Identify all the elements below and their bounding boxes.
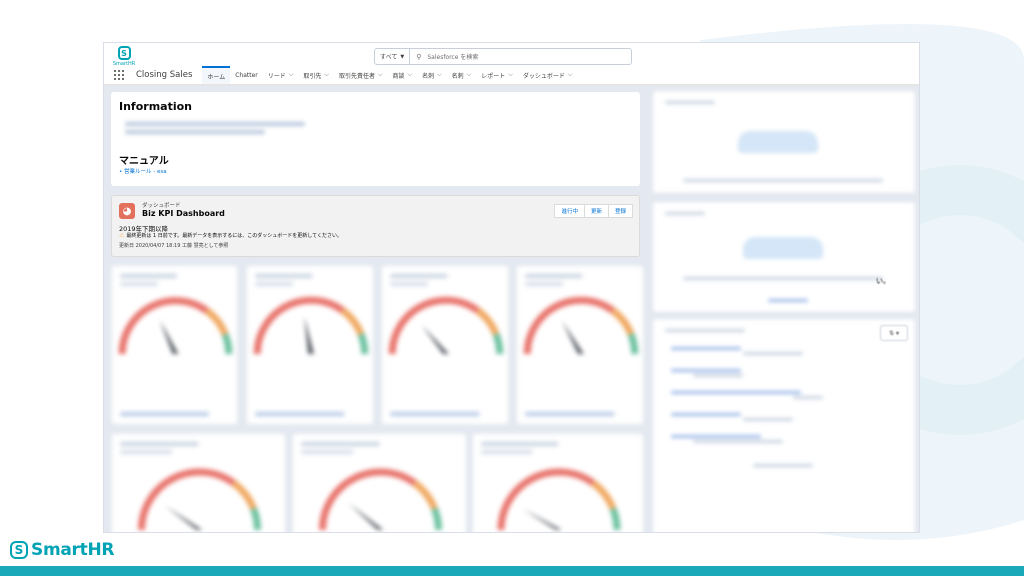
nav-tab[interactable]: 名刺 ⌵ [417, 66, 447, 84]
smarthr-logo-icon: S [117, 46, 131, 60]
brand-logo: S SmartHR [10, 540, 114, 560]
nav-tab-label: 名刺 [422, 72, 435, 80]
dashboard-button-group: 進行中 更新 登録 [554, 204, 633, 218]
gauge-card [472, 433, 644, 532]
nav-tab[interactable]: レポート ⌵ [476, 66, 518, 84]
chevron-down-icon[interactable]: ⌵ [437, 71, 442, 79]
nav-tab-label: レポート [481, 72, 506, 80]
blurred-gauge-grid [104, 261, 649, 532]
nav-tab[interactable]: ホーム [202, 66, 231, 84]
chevron-down-icon[interactable]: ⌵ [378, 71, 383, 79]
gauge-card [381, 265, 509, 425]
nav-tab[interactable]: 取引先 ⌵ [298, 66, 334, 84]
brand-name: SmartHR [31, 540, 115, 560]
gauge-card [516, 265, 644, 425]
nav-tab-label: 取引先 [303, 72, 322, 80]
dashboard-title[interactable]: Biz KPI Dashboard [142, 209, 225, 218]
bottom-accent-bar [0, 566, 1024, 576]
global-search[interactable]: すべて ▼ ⚲ Salesforce を検索 [374, 48, 632, 65]
dashboard-label: ダッシュボード [142, 203, 181, 209]
gauge-card [111, 265, 238, 425]
nav-tab-label: リード [267, 72, 286, 80]
dashboard-icon: ◕ [119, 203, 135, 219]
org-logo[interactable]: S SmartHR [113, 46, 135, 67]
sidebar-panel [652, 318, 916, 532]
search-input[interactable]: Salesforce を検索 [427, 52, 478, 61]
nav-tab[interactable]: 取引先責任者 ⌵ [334, 66, 388, 84]
sort-button[interactable]: ⇅ ▾ [880, 325, 908, 341]
nav-tab-label: ダッシュボード [522, 72, 565, 80]
subscribe-button[interactable]: 登録 [608, 204, 633, 218]
information-title: Information [119, 100, 192, 113]
chevron-down-icon[interactable]: ⌵ [508, 71, 513, 79]
nav-tab-label: 名刺 [451, 72, 464, 80]
chevron-down-icon[interactable]: ⌵ [289, 71, 294, 79]
chevron-down-icon: ▼ [400, 53, 405, 60]
chevron-down-icon[interactable]: ⌵ [568, 71, 573, 79]
blurred-sidebar [646, 86, 919, 532]
nav-tab-label: 取引先責任者 [338, 72, 375, 80]
blurred-text [125, 130, 265, 134]
search-icon: ⚲ [416, 52, 422, 61]
search-scope-label: すべて [380, 54, 398, 61]
gauge-card [292, 433, 467, 532]
nav-tab-label: ホーム [207, 73, 226, 81]
app-launcher-icon[interactable] [114, 69, 126, 81]
dashboard-warning-text: 最終更新は 1 日前です。最新データを表示するには、このダッシュボードを更新して… [126, 233, 342, 239]
search-scope-select[interactable]: すべて ▼ [375, 49, 411, 64]
dashboard-meta: 更新日 2020/04/07 18:19 工藤 慧亮として参照 [119, 243, 229, 249]
warning-icon: ⚠ [119, 232, 125, 239]
sidebar-panel [652, 90, 916, 194]
nav-tab[interactable]: リード ⌵ [263, 66, 299, 84]
smarthr-logo-icon: S [10, 541, 28, 559]
sidebar-overflow-text: い。 [876, 277, 890, 285]
nav-tab[interactable]: 商談 ⌵ [388, 66, 418, 84]
in-progress-button[interactable]: 進行中 [554, 204, 585, 218]
refresh-button[interactable]: 更新 [584, 204, 609, 218]
nav-tabs: ホーム Chatter リード ⌵ 取引先 ⌵ 取引先責任者 ⌵ 商談 ⌵ 名刺 ⌵ 名刺 ⌵ レポート ⌵ ダ… [202, 66, 577, 84]
gauge-card [111, 433, 286, 532]
information-card: Information マニュアル • 営業ルール - esa [111, 92, 640, 186]
sidebar-panel [652, 201, 916, 313]
salesforce-header: S SmartHR すべて ▼ ⚲ Salesforce を検索 Closing… [104, 43, 919, 86]
nav-tab[interactable]: ダッシュボード ⌵ [518, 66, 578, 84]
nav-tab-label: Chatter [235, 71, 258, 79]
nav-tab[interactable]: 名刺 ⌵ [447, 66, 477, 84]
manual-link-label: 営業ルール - esa [124, 169, 167, 175]
salesforce-screenshot: S SmartHR すべて ▼ ⚲ Salesforce を検索 Closing… [104, 43, 919, 532]
gauge-card [246, 265, 374, 425]
blurred-text [125, 122, 305, 126]
chevron-down-icon[interactable]: ⌵ [408, 71, 413, 79]
app-navigation: Closing Sales ホーム Chatter リード ⌵ 取引先 ⌵ 取引先責任者 ⌵ 商… [104, 66, 919, 86]
nav-tab[interactable]: Chatter [230, 66, 263, 84]
manual-link[interactable]: • 営業ルール - esa [119, 167, 167, 175]
dashboard-card: ◕ ダッシュボード Biz KPI Dashboard 2019年下期以降 ⚠ … [111, 195, 640, 257]
app-name: Closing Sales [136, 70, 193, 80]
nav-tab-label: 商談 [392, 72, 405, 80]
chevron-down-icon[interactable]: ⌵ [324, 71, 329, 79]
dashboard-warning: ⚠ 最終更新は 1 日前です。最新データを表示するには、このダッシュボードを更新… [119, 232, 342, 239]
chevron-down-icon[interactable]: ⌵ [467, 71, 472, 79]
manual-title: マニュアル [119, 156, 169, 167]
